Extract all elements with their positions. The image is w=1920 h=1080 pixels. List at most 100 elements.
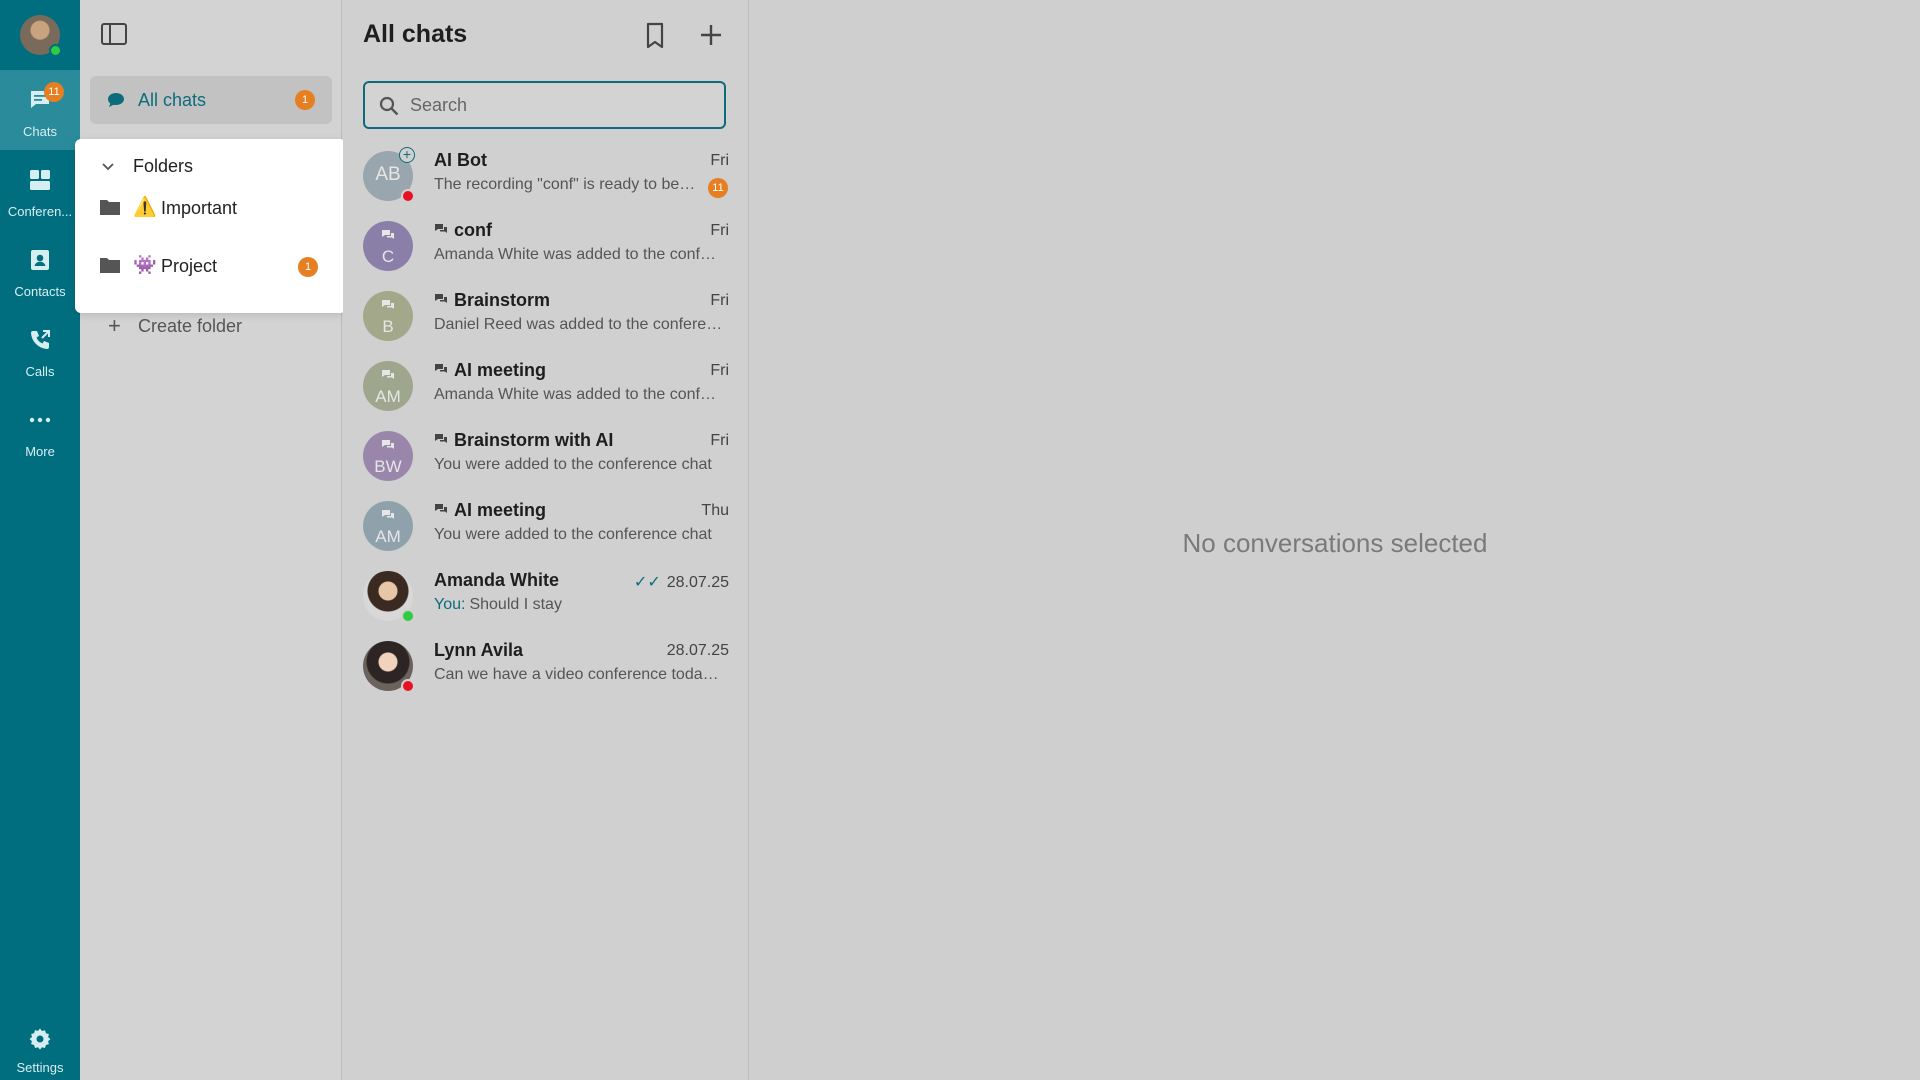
rail-item-settings[interactable]: Settings [0, 1005, 80, 1080]
rail-item-label: Settings [16, 1060, 64, 1075]
bookmark-icon[interactable] [643, 22, 667, 50]
preview-text: Should I stay [469, 596, 562, 613]
chat-title-text: Brainstorm with AI [454, 430, 614, 450]
unread-badge: 11 [708, 178, 728, 198]
search-input[interactable] [410, 93, 710, 117]
search-box[interactable] [363, 81, 726, 129]
avatar-initials: B [382, 317, 394, 336]
conference-icon [30, 170, 50, 190]
chat-title-text: Brainstorm [454, 290, 551, 310]
folders-header[interactable]: Folders [133, 156, 193, 177]
double-check-icon: ✓✓ [633, 574, 661, 591]
chat-title-text: conf [454, 220, 492, 240]
group-chat-icon [382, 300, 394, 309]
chat-title: AI Bot [434, 150, 487, 170]
chat-list-panel: All chats AB + AI Bot Fri The recording … [343, 0, 749, 1080]
folder-item-project[interactable]: 👾 Project 1 [75, 241, 346, 293]
chat-list-item[interactable]: AB + AI Bot Fri The recording "conf" is … [343, 142, 749, 212]
rail-item-calls[interactable]: Calls [0, 310, 80, 390]
chat-preview: Can we have a video conference today ... [434, 666, 724, 683]
chat-title: conf [434, 220, 492, 241]
rail-item-label: Calls [25, 364, 55, 379]
rail-item-label: Conferen... [7, 204, 73, 219]
chat-preview: Daniel Reed was added to the conferen... [434, 316, 724, 333]
chat-preview: You were added to the conference chat [434, 456, 712, 473]
avatar-initials: AM [375, 527, 401, 546]
group-chat-icon [382, 370, 394, 379]
avatar: AM [363, 501, 413, 551]
folders-dropdown: Folders ⚠️ Important 👾 Project 1 [75, 139, 346, 313]
avatar [363, 641, 415, 693]
chat-title: Amanda White [434, 570, 560, 590]
app-rail: 11 Chats Conferen... Contacts Calls More… [0, 0, 80, 1080]
chat-list-item[interactable]: AM AI meeting Fri Amanda White was added… [343, 352, 749, 422]
chat-time-text: 28.07.25 [666, 574, 729, 591]
create-folder-label: Create folder [138, 316, 243, 336]
sidebar-toggle-icon[interactable] [100, 22, 128, 46]
chevron-down-icon[interactable] [101, 159, 115, 173]
group-chat-icon [382, 510, 394, 519]
chat-time: Fri [710, 222, 729, 239]
rail-item-conferences[interactable]: Conferen... [0, 150, 80, 230]
rail-item-label: More [25, 444, 55, 459]
rail-item-contacts[interactable]: Contacts [0, 230, 80, 310]
busy-status-dot [401, 189, 415, 203]
folder-unread-badge: 1 [298, 257, 318, 277]
chat-list-item[interactable]: C conf Fri Amanda White was added to the… [343, 212, 749, 282]
chat-time: ✓✓ 28.07.25 [634, 572, 729, 592]
avatar: C [363, 221, 413, 271]
search-icon [379, 96, 399, 116]
chat-title: Brainstorm [434, 290, 550, 311]
folder-icon [100, 200, 120, 215]
chat-bubble-icon [108, 93, 124, 107]
chat-title-text: AI meeting [454, 360, 547, 380]
new-chat-plus-icon[interactable] [698, 22, 724, 48]
page-title: All chats [363, 20, 468, 48]
user-avatar[interactable] [20, 15, 62, 57]
online-status-dot [49, 44, 62, 57]
chat-list-item[interactable]: Lynn Avila 28.07.25 Can we have a video … [343, 632, 749, 702]
rail-item-more[interactable]: More [0, 390, 80, 470]
chat-preview: Amanda White was added to the confer... [434, 246, 724, 263]
chat-title: AI meeting [434, 500, 546, 521]
chat-title: AI meeting [434, 360, 546, 381]
alien-monster-emoji-icon: 👾 [133, 255, 157, 276]
empty-state-text: No conversations selected [1182, 528, 1488, 558]
group-chat-icon [382, 230, 394, 239]
plus-icon: + [108, 313, 121, 338]
avatar-initials: AM [375, 387, 401, 406]
more-icon [29, 417, 51, 423]
chat-time: 28.07.25 [666, 642, 729, 659]
group-chat-icon [435, 364, 447, 373]
chat-list-item[interactable]: Amanda White ✓✓ 28.07.25 You: Should I sta… [343, 562, 749, 632]
chat-time: Thu [701, 502, 729, 519]
folder-all-chats[interactable]: All chats 1 [90, 76, 332, 124]
group-chat-icon [435, 504, 447, 513]
conversation-pane: No conversations selected [750, 0, 1920, 1080]
group-chat-icon [435, 294, 447, 303]
chats-unread-badge: 11 [44, 82, 64, 102]
chat-list-item[interactable]: BW Brainstorm with AI Fri You were added… [343, 422, 749, 492]
calls-icon [31, 330, 50, 349]
chat-preview: You were added to the conference chat [434, 526, 712, 543]
all-chats-label: All chats [138, 90, 207, 110]
contacts-icon [31, 250, 49, 270]
all-chats-badge: 1 [295, 90, 315, 110]
chat-time: Fri [710, 152, 729, 169]
avatar: AB + [363, 147, 415, 203]
avatar: B [363, 291, 413, 341]
group-chat-icon [382, 440, 394, 449]
group-chat-icon [435, 434, 447, 443]
chat-list-item[interactable]: B Brainstorm Fri Daniel Reed was added t… [343, 282, 749, 352]
chat-time: Fri [710, 362, 729, 379]
folder-item-important[interactable]: ⚠️ Important [75, 183, 346, 235]
chat-preview: The recording "conf" is ready to be t... [434, 176, 699, 193]
chat-title: Lynn Avila [434, 640, 524, 660]
chat-title: Brainstorm with AI [434, 430, 613, 451]
folder-label: Project [161, 256, 218, 276]
rail-item-chats[interactable]: 11 Chats [0, 70, 80, 150]
avatar: BW [363, 431, 413, 481]
rail-item-label: Chats [23, 124, 57, 139]
chat-preview: You: Should I stay [434, 596, 724, 614]
chat-list-item[interactable]: AM AI meeting Thu You were added to the … [343, 492, 749, 562]
